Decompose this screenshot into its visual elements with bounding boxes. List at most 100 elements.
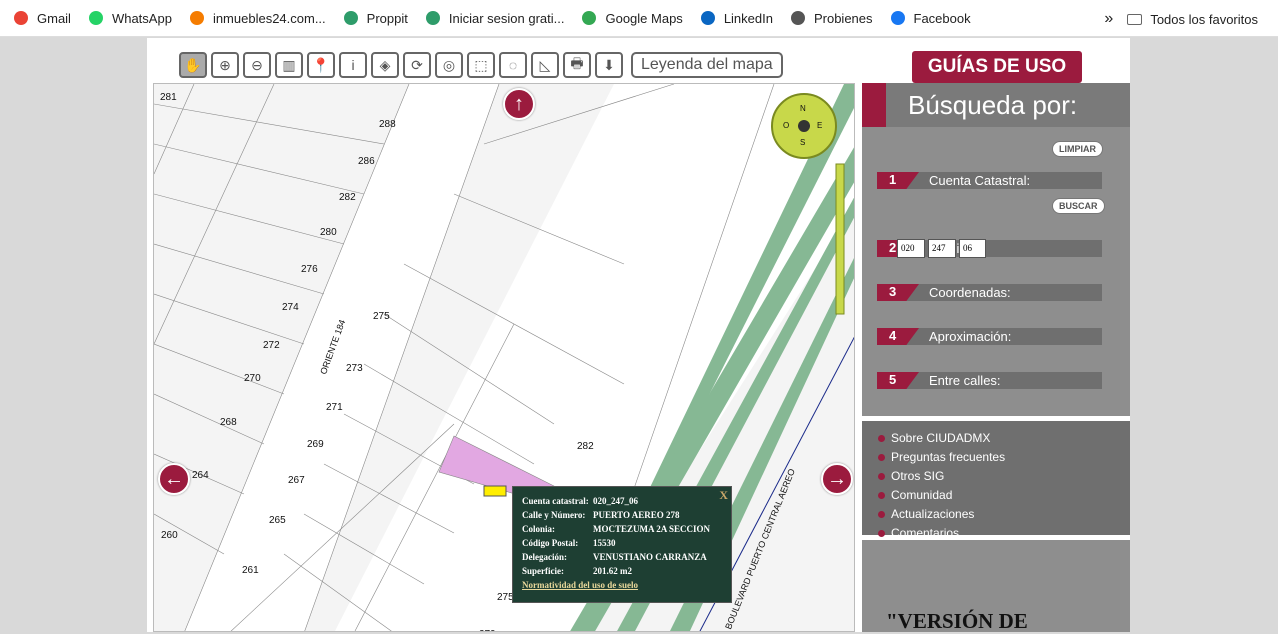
popup-row: Colonia: MOCTEZUMA 2A SECCION	[522, 524, 731, 538]
pan-north-button[interactable]: ↑	[503, 88, 535, 120]
parcel-number: 270	[244, 373, 261, 384]
popup-value: PUERTO AEREO 278	[593, 510, 680, 520]
parcel-number: 280	[320, 227, 337, 238]
bookmark-0[interactable]: Gmail	[14, 11, 71, 26]
parcel-number: 265	[269, 515, 286, 526]
popup-value: 020_247_06	[593, 496, 638, 506]
compass-o: O	[783, 121, 790, 130]
bookmark-label: Facebook	[913, 10, 971, 26]
parcel-number: 260	[161, 530, 178, 541]
section-label: Coordenadas:	[929, 285, 1011, 300]
bookmark-label: inmuebles24.com...	[212, 10, 326, 26]
search-section-3[interactable]: 3 Coordenadas:	[877, 284, 1102, 301]
folder-icon	[1127, 13, 1143, 25]
bookmark-label: WhatsApp	[111, 10, 172, 26]
search-sidebar: Búsqueda por: LIMPIAR BUSCAR 1 Cuenta Cat…	[862, 83, 1130, 633]
bookmark-label: Proppit	[366, 10, 408, 26]
sidebar-link[interactable]: Otros SIG	[862, 469, 1130, 488]
parcel-number: 261	[242, 565, 259, 576]
search-title: Búsqueda por:	[862, 83, 1130, 127]
sidebar-link[interactable]: Sobre CIUDADMX	[862, 431, 1130, 450]
bookmark-3[interactable]: Proppit	[343, 10, 408, 26]
popup-value: 15530	[593, 538, 616, 548]
bookmark-label: Gmail	[37, 10, 71, 26]
search-section-4[interactable]: 4 Aproximación:	[877, 328, 1102, 345]
close-popup-button[interactable]: X	[719, 488, 728, 503]
popup-key: Superficie:	[522, 566, 564, 576]
sidebar-link[interactable]: Comunidad	[862, 488, 1130, 507]
print-button[interactable]: 🖶	[563, 52, 591, 78]
cuenta-lote-input[interactable]: 06	[959, 239, 986, 258]
parcel-number: 286	[358, 156, 375, 167]
popup-value: MOCTEZUMA 2A SECCION	[593, 524, 711, 534]
select-circle-button[interactable]: ◌	[499, 52, 527, 78]
clear-button[interactable]: LIMPIAR	[1052, 141, 1103, 157]
bookmark-label: Google Maps	[605, 10, 683, 26]
bookmark-7[interactable]: Probienes	[790, 11, 873, 26]
map-legend-button[interactable]: Leyenda del mapa	[631, 52, 783, 78]
version-heading: "VERSIÓN DE	[886, 609, 1028, 633]
buffer-button[interactable]: ◎	[435, 52, 463, 78]
popup-row: Código Postal: 15530	[522, 538, 731, 552]
page: ✋ ⊕ ⊖ ▥ 📍 i ◈ ⟳ ◎ ⬚ ◌ ◺ 🖶 ⬇ Leyenda del …	[147, 38, 1130, 633]
popup-row: Calle y Número: PUERTO AEREO 278	[522, 510, 731, 524]
bookmark-icon	[700, 11, 715, 25]
sidebar-link[interactable]: Comentarios	[862, 526, 1130, 545]
layers-button[interactable]: ◈	[371, 52, 399, 78]
select-rect-button[interactable]: ⬚	[467, 52, 495, 78]
bookmark-2[interactable]: inmuebles24.com...	[189, 10, 326, 26]
search-section-1[interactable]: 1 Cuenta Catastral:	[877, 172, 1102, 189]
popup-key: Código Postal:	[522, 538, 579, 548]
search-section-5[interactable]: 5 Entre calles:	[877, 372, 1102, 389]
all-bookmarks-link[interactable]: Todos los favoritos	[1150, 12, 1258, 27]
bookmark-icon	[189, 11, 204, 25]
section-label: Cuenta Catastral:	[929, 173, 1031, 188]
parcel-number: 264	[192, 470, 209, 481]
section-label: Entre calles:	[929, 373, 1001, 388]
parcel-number: 273	[346, 363, 363, 374]
bookmark-8[interactable]: Facebook	[890, 10, 971, 26]
guias-de-uso-button[interactable]: GUÍAS DE USO	[912, 51, 1082, 83]
zoom-in-button[interactable]: ⊕	[211, 52, 239, 78]
refresh-button[interactable]: ⟳	[403, 52, 431, 78]
bookmark-1[interactable]: WhatsApp	[88, 10, 172, 26]
bookmark-6[interactable]: LinkedIn	[700, 10, 773, 26]
parcel-number: 282	[577, 441, 594, 452]
section-number: 3	[877, 284, 919, 301]
map-canvas[interactable]: ORIENTE 184 BOULEVARD PUERTO CENTRAL AER…	[153, 83, 855, 632]
bookmark-label: LinkedIn	[723, 10, 773, 26]
pin-button[interactable]: 📍	[307, 52, 335, 78]
sidebar-link[interactable]: Preguntas frecuentes	[862, 450, 1130, 469]
popup-key: Delegación:	[522, 552, 567, 562]
bookmark-icon	[88, 11, 103, 25]
measure-button[interactable]: ▥	[275, 52, 303, 78]
land-use-link[interactable]: Normatividad del uso de suelo	[522, 580, 638, 590]
popup-value: VENUSTIANO CARRANZA	[593, 552, 707, 562]
cuenta-manzana-input[interactable]: 247	[928, 239, 956, 258]
cuenta-region-input[interactable]: 020	[897, 239, 925, 258]
select-polygon-button[interactable]: ◺	[531, 52, 559, 78]
bookmark-icon	[14, 11, 28, 25]
parcel-number: 276	[301, 264, 318, 275]
bookmark-icon	[343, 11, 358, 25]
info-button[interactable]: i	[339, 52, 367, 78]
pan-east-button[interactable]: →	[821, 463, 853, 495]
section-number: 5	[877, 372, 919, 389]
pan-tool-button[interactable]: ✋	[179, 52, 207, 78]
zoom-out-button[interactable]: ⊖	[243, 52, 271, 78]
bookmark-5[interactable]: Google Maps	[582, 10, 683, 26]
more-bookmarks-button[interactable]: »	[1104, 10, 1113, 28]
section-label: Aproximación:	[929, 329, 1012, 344]
search-button[interactable]: BUSCAR	[1052, 198, 1105, 214]
compass-e: E	[817, 121, 823, 130]
bookmark-icon	[890, 11, 905, 25]
compass-s: S	[800, 138, 806, 147]
map-toolbar: ✋ ⊕ ⊖ ▥ 📍 i ◈ ⟳ ◎ ⬚ ◌ ◺ 🖶 ⬇ Leyenda del …	[179, 52, 783, 78]
bookmark-4[interactable]: Iniciar sesion grati...	[425, 11, 564, 26]
pan-west-button[interactable]: ←	[158, 463, 190, 495]
bookmark-icon	[790, 11, 805, 25]
parcel-number: 268	[220, 417, 237, 428]
selection-marker	[483, 485, 507, 497]
sidebar-link[interactable]: Actualizaciones	[862, 507, 1130, 526]
download-button[interactable]: ⬇	[595, 52, 623, 78]
